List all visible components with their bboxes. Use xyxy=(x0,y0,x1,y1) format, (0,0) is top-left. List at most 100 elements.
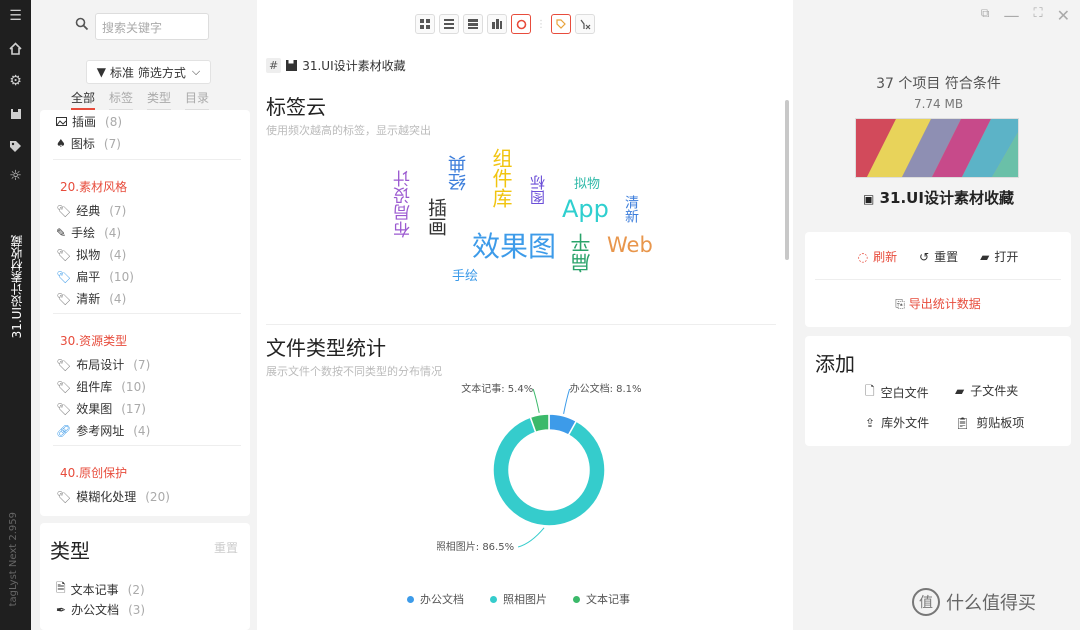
legend-item[interactable]: 办公文档 xyxy=(407,591,464,607)
tag-item[interactable]: 🏷︎ 组件库 (10) xyxy=(56,378,146,395)
masonry-view-button[interactable] xyxy=(487,14,507,34)
fullscreen-icon[interactable]: ⛶ xyxy=(1033,6,1042,25)
tag-item[interactable]: 插画 (8) xyxy=(56,113,122,130)
minimize-icon[interactable]: — xyxy=(1003,6,1019,25)
chevron-down-icon: ⌵ xyxy=(191,65,201,78)
tag-label: 组件库 xyxy=(76,380,113,394)
legend-dot xyxy=(407,595,414,603)
cloud-word[interactable]: 清新 xyxy=(621,195,641,223)
tag-list-panel: 插画 (8) ♠ 图标 (7) 20.素材风格 🏷︎ 经典 (7) ✎ 手绘 (4) 🏷︎ 拟… xyxy=(40,110,250,516)
tab-types[interactable]: 类型 xyxy=(147,89,172,110)
tag-label: 图标 xyxy=(70,137,95,151)
stats-view-button[interactable] xyxy=(511,14,531,34)
cloud-word[interactable]: 图标 xyxy=(527,175,548,205)
reset-button[interactable]: ↺ 重置 xyxy=(919,248,958,265)
type-label: 办公文档 xyxy=(71,603,120,617)
tag-item[interactable]: 🔗︎ 参考网址 (4) xyxy=(56,422,150,439)
search-icon xyxy=(75,17,89,31)
bug-icon[interactable]: ☼ xyxy=(0,165,31,187)
add-external-file-button[interactable]: ⇪ 库外文件 xyxy=(865,414,929,431)
cloud-word[interactable]: 拟物 xyxy=(574,173,600,192)
cloud-word[interactable]: 插画 xyxy=(423,198,450,236)
tag-item[interactable]: 🏷︎ 效果图 (17) xyxy=(56,400,146,417)
reset-label: 重置 xyxy=(934,250,959,264)
search-input[interactable]: 搜索关键字 xyxy=(95,13,209,40)
add-clipboard-button[interactable]: 📋︎ 剪贴板项 xyxy=(955,414,1024,431)
tag-count: (7) xyxy=(133,357,151,372)
detail-view-button[interactable] xyxy=(463,14,483,34)
tag-item[interactable]: 🏷︎ 清新 (4) xyxy=(56,290,126,307)
tag-group-title[interactable]: 30.资源类型 xyxy=(60,332,127,349)
tag-group-title[interactable]: 20.素材风格 xyxy=(60,178,127,195)
close-icon[interactable]: ✕ xyxy=(1057,6,1070,25)
type-reset-button[interactable]: 重置 xyxy=(214,539,238,556)
legend-item[interactable]: 文本记事 xyxy=(573,591,630,607)
grid-view-button[interactable] xyxy=(415,14,435,34)
tag-item[interactable]: ♠ 图标 (7) xyxy=(56,135,121,152)
cloud-word[interactable]: 扁平 xyxy=(567,233,596,273)
open-label: 打开 xyxy=(994,250,1019,264)
cloud-word[interactable]: 组件库 xyxy=(487,148,516,208)
tag-outline-icon: 🏷︎ xyxy=(56,489,72,504)
tag-item[interactable]: 🏷︎ 拟物 (4) xyxy=(56,246,126,263)
home-icon[interactable] xyxy=(0,37,31,59)
tag-count: (4) xyxy=(133,423,151,438)
legend-item[interactable]: 照相图片 xyxy=(490,591,547,607)
cloud-word[interactable]: App xyxy=(562,195,609,223)
image-icon xyxy=(56,117,67,126)
open-button[interactable]: ▰ 打开 xyxy=(980,248,1018,265)
type-item[interactable]: 🗎 文本记事 (2) xyxy=(56,579,145,600)
type-item[interactable]: ✒ 办公文档 (3) xyxy=(56,601,145,618)
cloud-word[interactable]: 布局设计 xyxy=(391,170,416,238)
donut-slice[interactable] xyxy=(492,416,606,527)
breadcrumb: # 31.UI设计素材收藏 xyxy=(266,57,406,74)
action-panel: ◌ 刷新 ↺ 重置 ▰ 打开 ⎘ 导出统计数据 xyxy=(805,232,1071,327)
cloud-word[interactable]: 手绘 xyxy=(452,265,478,284)
breadcrumb-label[interactable]: 31.UI设计素材收藏 xyxy=(302,57,405,74)
window-controls: ⧉ — ⛶ ✕ xyxy=(981,6,1070,25)
tag-label: 布局设计 xyxy=(76,358,125,372)
restore-icon[interactable]: ⧉ xyxy=(981,6,990,25)
save-icon[interactable] xyxy=(0,103,31,125)
list-view-button[interactable] xyxy=(439,14,459,34)
tag-count: (20) xyxy=(145,489,170,504)
tag-item[interactable]: 🏷︎ 布局设计 (7) xyxy=(56,356,150,373)
tag-label: 扁平 xyxy=(76,270,101,284)
pencil-icon: ✎ xyxy=(56,225,67,240)
filter-clear-button[interactable] xyxy=(575,14,595,34)
tab-all[interactable]: 全部 xyxy=(71,89,96,110)
menu-icon[interactable]: ☰ xyxy=(0,5,31,27)
clipboard-icon: 📋︎ xyxy=(955,415,971,430)
tag-item[interactable]: 🏷︎ 扁平 (10) xyxy=(56,268,134,285)
tab-tags[interactable]: 标签 xyxy=(109,89,134,110)
main-scrollbar[interactable] xyxy=(785,100,789,260)
import-icon: ⇪ xyxy=(865,415,876,430)
donut-label-line xyxy=(517,527,545,548)
tab-folders[interactable]: 目录 xyxy=(185,89,210,110)
tag-item[interactable]: 🏷︎ 经典 (7) xyxy=(56,202,126,219)
tag-item[interactable]: 🏷︎ 模糊化处理 (20) xyxy=(56,488,170,505)
cloud-word[interactable]: Web xyxy=(607,233,653,257)
tag-icon[interactable] xyxy=(0,135,31,157)
tag-outline-icon: 🏷︎ xyxy=(56,357,72,372)
tag-mode-button[interactable] xyxy=(551,14,571,34)
office-doc-icon: ✒ xyxy=(56,602,67,617)
filter-mode-dropdown[interactable]: ▼ 标准 筛选方式 ⌵ xyxy=(86,60,211,84)
tag-group-title[interactable]: 40.原创保护 xyxy=(60,464,127,481)
add-blank-file-button[interactable]: 🗋 空白文件 xyxy=(865,382,929,403)
refresh-button[interactable]: ◌ 刷新 xyxy=(858,248,898,265)
tag-item[interactable]: ✎ 手绘 (4) xyxy=(56,224,121,241)
add-blank-file-label: 空白文件 xyxy=(880,386,929,400)
tag-label: 模糊化处理 xyxy=(76,490,137,504)
gear-icon[interactable]: ⚙ xyxy=(0,70,31,92)
text-file-icon: 🗎 xyxy=(56,581,66,595)
add-subfolder-button[interactable]: ▰ 子文件夹 xyxy=(955,382,1018,399)
cloud-word[interactable]: 经典 xyxy=(446,155,472,191)
chart-legend: 办公文档 照相图片 文本记事 xyxy=(407,591,630,607)
type-count: (3) xyxy=(128,602,146,617)
tag-count: (17) xyxy=(121,401,146,416)
legend-label: 文本记事 xyxy=(586,593,630,606)
tag-cloud-title: 标签云 xyxy=(266,95,326,119)
cloud-word[interactable]: 效果图 xyxy=(472,225,556,265)
export-stats-button[interactable]: ⎘ 导出统计数据 xyxy=(805,295,1071,312)
